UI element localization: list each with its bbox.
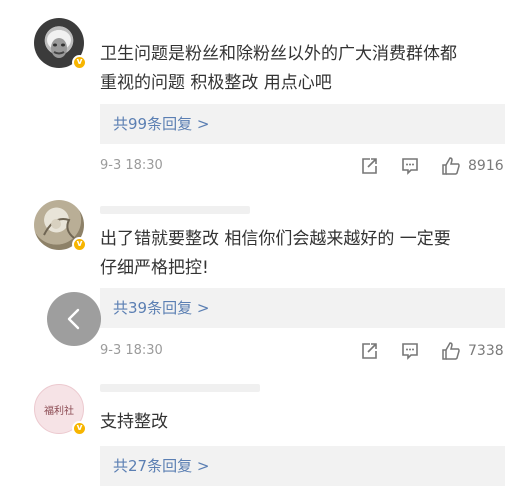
avatar[interactable]: v — [34, 200, 87, 252]
avatar-logo-text: 福利社 — [44, 406, 74, 417]
comment-text: 卫生问题是粉丝和除粉丝以外的广大消费群体都 重视的问题 积极整改 用点心吧 — [100, 40, 505, 98]
like-icon — [442, 342, 460, 360]
view-replies-button[interactable]: 共27条回复 > — [100, 446, 505, 486]
comment-meta: 9-3 18:30 7338 — [100, 341, 505, 361]
like-count: 8916 — [468, 158, 504, 174]
share-button[interactable] — [359, 156, 379, 176]
comment-button[interactable] — [400, 156, 420, 176]
comment-text-line: 重视的问题 积极整改 用点心吧 — [100, 73, 332, 93]
timestamp: 9-3 18:30 — [100, 158, 163, 173]
view-replies-button[interactable]: 共39条回复 > — [100, 288, 505, 328]
share-icon — [362, 343, 377, 359]
share-button[interactable] — [359, 341, 379, 361]
comment-icon — [402, 158, 418, 175]
comment-text-line: 出了错就要整改 相信你们会越来越好的 一定要 — [100, 229, 451, 249]
share-icon — [362, 158, 377, 174]
avatar[interactable]: 福利社 v — [34, 384, 87, 436]
comment-meta: 9-3 18:30 8916 — [100, 156, 505, 176]
verified-badge-icon: v — [72, 55, 87, 70]
comment-text-line: 支持整改 — [100, 412, 168, 432]
like-button[interactable] — [441, 341, 461, 361]
verified-badge-icon: v — [72, 237, 87, 252]
comment-text: 支持整改 — [100, 408, 505, 437]
replies-label: 共27条回复 > — [113, 457, 210, 475]
timestamp: 9-3 18:30 — [100, 343, 163, 358]
verified-badge-icon: v — [72, 421, 87, 436]
like-icon — [442, 157, 460, 175]
replies-label: 共99条回复 > — [113, 115, 210, 133]
comment-icon — [402, 343, 418, 360]
like-button[interactable] — [441, 156, 461, 176]
like-count: 7338 — [468, 343, 504, 359]
comment-text-line: 仔细严格把控! — [100, 258, 209, 278]
view-replies-button[interactable]: 共99条回复 > — [100, 104, 505, 144]
username-redacted — [100, 206, 250, 214]
comment-text: 出了错就要整改 相信你们会越来越好的 一定要 仔细严格把控! — [100, 225, 505, 283]
back-button[interactable] — [47, 292, 101, 346]
avatar[interactable]: v — [34, 18, 87, 70]
comment-text-line: 卫生问题是粉丝和除粉丝以外的广大消费群体都 — [100, 44, 457, 64]
back-chevron-icon — [67, 308, 80, 330]
replies-label: 共39条回复 > — [113, 299, 210, 317]
comment-button[interactable] — [400, 341, 420, 361]
username-redacted — [100, 384, 260, 392]
